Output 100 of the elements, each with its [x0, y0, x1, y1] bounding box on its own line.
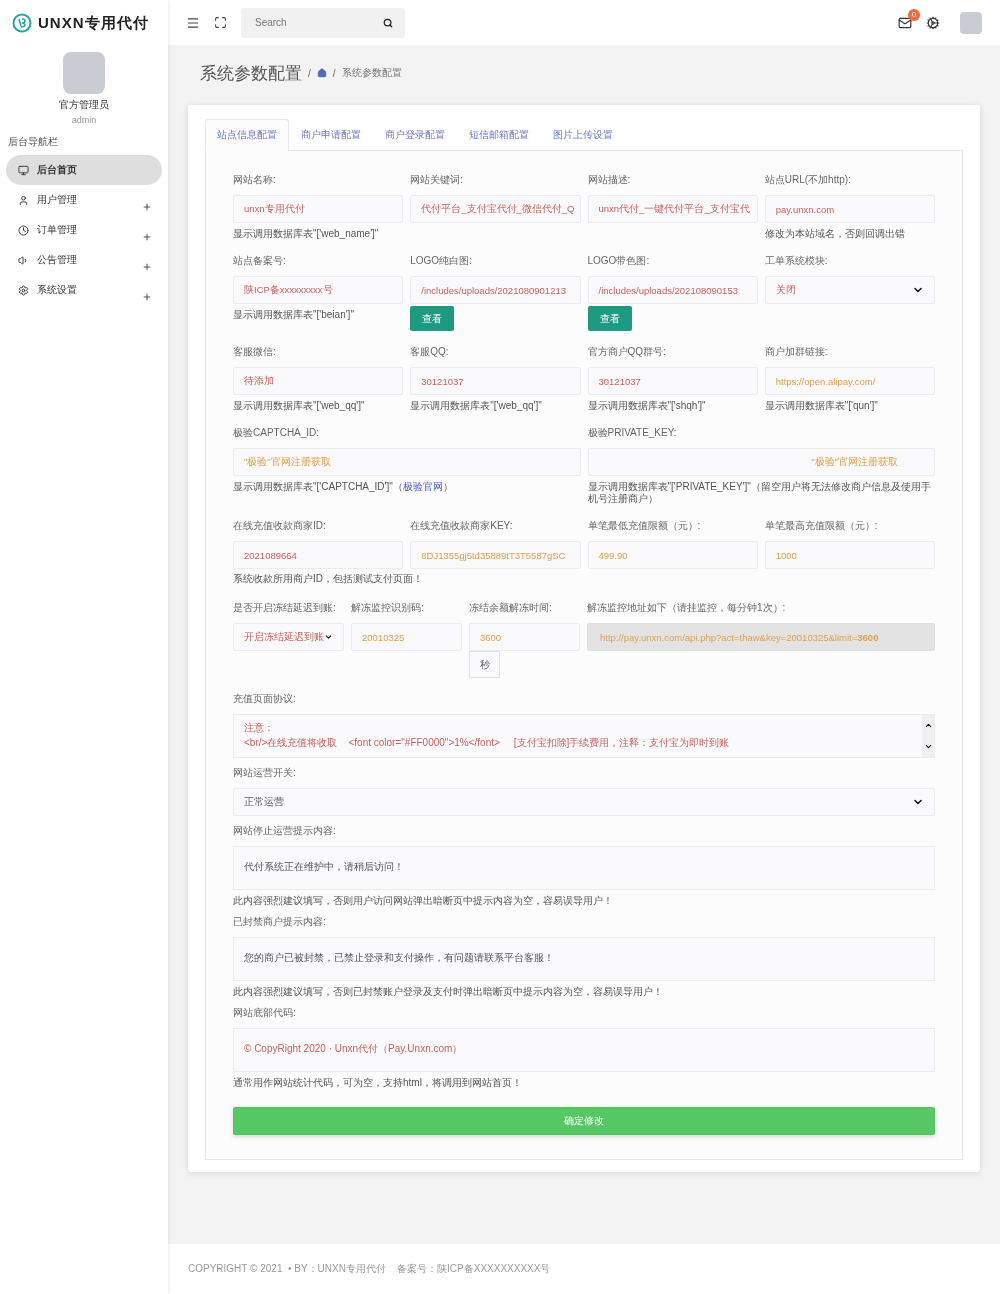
menu-icon[interactable] [186, 15, 200, 30]
field-value: /includes/uploads/2021080901213 [421, 284, 566, 296]
field-value: © CopyRight 2020 · Unxn代付（Pay.Unxn.com） [244, 1043, 463, 1054]
field-label: 单笔最高充值限额（元）: [764, 519, 879, 533]
tab[interactable]: 商户登录配置 [373, 119, 457, 151]
text-area[interactable]: 代付系统正在维护中，请稍后访问！ [233, 846, 935, 890]
view-button[interactable]: 查看 [587, 306, 632, 331]
chevron-up-icon[interactable] [923, 721, 933, 730]
text-area[interactable]: © CopyRight 2020 · Unxn代付（Pay.Unxn.com） [233, 1028, 935, 1072]
field-label: LOGO带色图: [587, 254, 651, 268]
text-field[interactable]: /includes/uploads/202108090153 [587, 276, 758, 304]
field-label: 客服微信: [233, 345, 277, 359]
field-label: 网站停止运营提示内容: [233, 824, 337, 838]
field-label: 站点备案号: [233, 254, 287, 268]
search-icon[interactable] [383, 17, 393, 28]
text-field[interactable]: 2021089664 [233, 541, 404, 569]
fullscreen-icon[interactable] [214, 16, 227, 29]
nav-item[interactable]: 后台首页 [6, 155, 162, 185]
field-label: 解冻监控地址如下（请挂监控，每分钟1次）: [587, 601, 787, 615]
text-field[interactable]: 30121037 [587, 367, 758, 395]
field-placeholder: "极验"官网注册获取 [811, 455, 898, 469]
field-label: 客服QQ: [410, 345, 450, 359]
cog-icon[interactable] [926, 15, 940, 30]
tab[interactable]: 短信邮箱配置 [457, 119, 541, 151]
text-area[interactable]: 您的商户已被封禁，已禁止登录和支付操作，有问题请联系平台客服！ [233, 937, 935, 981]
mail-icon[interactable] [898, 15, 912, 30]
search-input[interactable]: Search [253, 16, 363, 29]
home-icon[interactable] [316, 68, 327, 78]
text-field[interactable]: 499.90 [587, 541, 758, 569]
field-value: 开启冻结延迟到账 [244, 630, 324, 644]
field-value: /includes/uploads/202108090153 [598, 284, 738, 296]
field-label: 在线充值收款商家ID: [233, 519, 327, 533]
text-field[interactable]: /includes/uploads/2021080901213 [410, 276, 581, 304]
field-hint: 通常用作网站统计代码，可为空，支持html，将调用到网站首页！ [233, 1077, 523, 1089]
field-value: http://pay.unxn.com/api.php?act=thaw&key=20010325&limit=3600 [600, 631, 879, 643]
breadcrumb-separator: / [332, 67, 336, 79]
text-field[interactable]: https://open.alipay.com/ [764, 367, 935, 395]
tab[interactable]: 站点信息配置 [205, 119, 289, 151]
text-field[interactable]: unxn专用代付 [233, 195, 404, 223]
field-hint: 显示调用数据库表"['shqh']" [587, 400, 707, 412]
field-hint: 显示调用数据库表"['web_qq']" [233, 400, 366, 412]
plus-icon[interactable] [142, 292, 152, 302]
field-label: 冻结余额解冻时间: [469, 601, 553, 615]
text-field[interactable]: 1000 [764, 541, 935, 569]
plus-icon[interactable] [142, 202, 152, 212]
text-field[interactable]: 8DJ1355gj5td35889tT3T5587gSC [410, 541, 581, 569]
select-field[interactable]: 开启冻结延迟到账 [233, 623, 344, 651]
hint-link[interactable]: 极验官网 [402, 481, 443, 492]
chevron-down-icon[interactable] [923, 742, 933, 751]
user-role: admin [70, 115, 98, 125]
field-placeholder: https://open.alipay.com/ [775, 375, 876, 387]
submit-button[interactable]: 确定修改 [233, 1107, 935, 1135]
breadcrumb-item: 系统参数配置 [341, 66, 402, 80]
field-hint: 此内容强烈建议填写，否则用户访问网站弹出暗断页中提示内容为空，容易误导用户！ [233, 895, 614, 907]
field-value: 您的商户已被封禁，已禁止登录和支付操作，有问题请联系平台客服！ [244, 952, 554, 963]
field-hint: 显示调用数据库表"['qun']" [764, 400, 879, 412]
text-field[interactable]: 代付平台_支付宝代付_微信代付_Q [410, 195, 581, 223]
tab[interactable]: 商户申请配置 [289, 119, 373, 151]
tab[interactable]: 图片上传设置 [541, 119, 625, 151]
text-field[interactable]: "极验"官网注册获取 [233, 448, 581, 476]
field-value: 注意： <br/>在线充值将收取 <font color="#FF0000">1%</font> [支付宝扣除]手续费用，注释：支付宝为即时到账 [243, 721, 731, 750]
field-value: 30121037 [421, 375, 464, 387]
field-hint: 此内容强烈建议填写，否则已封禁账户登录及支付时弹出暗断页中提示内容为空，容易误导用户！ [233, 986, 664, 998]
search-field[interactable]: Search [241, 7, 405, 38]
nav-item[interactable]: 用户管理 [6, 185, 162, 215]
field-label: LOGO纯白图: [410, 254, 473, 268]
text-field[interactable]: 20010325 [351, 623, 462, 651]
speaker-icon [18, 254, 29, 266]
text-field[interactable]: 30121037 [410, 367, 581, 395]
field-value: 陕ICP备xxxxxxxxx号 [244, 283, 333, 297]
field-hint: 显示调用数据库表"['CAPTCHA_ID']"（极验官网） [233, 481, 454, 493]
field-label: 解冻监控识别码: [351, 601, 425, 615]
plus-icon[interactable] [142, 262, 152, 272]
field-label: 充值页面协议: [233, 692, 297, 706]
text-field[interactable]: unxn代付_一键代付平台_支付宝代 [587, 195, 758, 223]
field-label: 网站名称: [233, 173, 277, 187]
text-field[interactable]: 陕ICP备xxxxxxxxx号 [233, 276, 404, 304]
select-field[interactable]: 正常运营 [233, 788, 935, 816]
field-placeholder: 1000 [775, 549, 797, 561]
field-placeholder: 499.90 [598, 549, 628, 561]
field-hint: 显示调用数据库表"['web_name']" [233, 228, 380, 240]
text-field[interactable]: "极验"官网注册获取 [587, 448, 935, 476]
field-label: 极验PRIVATE_KEY: [587, 426, 678, 440]
select-field[interactable]: 关闭 [764, 276, 935, 304]
nav-item[interactable]: 系统设置 [6, 275, 162, 305]
text-field[interactable]: 待添加 [233, 367, 404, 395]
text-field[interactable]: pay.unxn.com [764, 195, 935, 223]
brand-name: UNXN专用代付 [38, 13, 149, 33]
scrollbar[interactable] [922, 715, 934, 757]
text-field[interactable]: 3600 [469, 623, 580, 651]
field-label: 单笔最低充值限额（元）: [587, 519, 702, 533]
plus-icon[interactable] [142, 232, 152, 242]
field-value: unxn专用代付 [244, 202, 305, 216]
nav-item[interactable]: 订单管理 [6, 215, 162, 245]
field-label: 网站底部代码: [233, 1006, 297, 1020]
field-value: pay.unxn.com [775, 203, 835, 215]
field-label: 官方商户QQ群号: [587, 345, 667, 359]
nav-item[interactable]: 公告管理 [6, 245, 162, 275]
view-button[interactable]: 查看 [410, 306, 455, 331]
code-field[interactable]: 注意： <br/>在线充值将收取 <font color="#FF0000">1%</font> [支付宝扣除]手续费用，注释：支付宝为即时到账 [233, 714, 935, 758]
